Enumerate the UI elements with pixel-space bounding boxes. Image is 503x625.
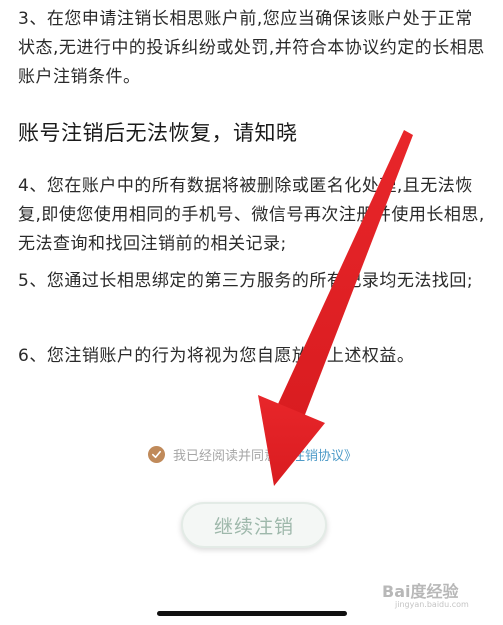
- watermark-url: jingyan.baidu.com: [395, 600, 469, 609]
- account-cancellation-page: 3、在您申请注销长相思账户前,您应当确保该账户处于正常状态,无进行中的投诉纠纷或…: [0, 0, 503, 625]
- agreement-link[interactable]: 《注销协议》: [279, 445, 357, 464]
- agree-checkbox[interactable]: [148, 445, 165, 463]
- terms-paragraph-3: 3、在您申请注销长相思账户前,您应当确保该账户处于正常状态,无进行中的投诉纠纷或…: [18, 9, 485, 87]
- home-indicator[interactable]: [157, 611, 347, 616]
- continue-cancel-button[interactable]: 继续注销: [181, 502, 327, 548]
- watermark-text: Bai度经验: [382, 582, 459, 601]
- terms-paragraph-6: 6、您注销账户的行为将视为您自愿放弃上述权益。: [18, 346, 415, 366]
- agreement-row: 我已经阅读并同意 《注销协议》: [148, 443, 357, 465]
- terms-paragraph-5: 5、您通过长相思绑定的第三方服务的所有记录均无法找回;: [18, 271, 474, 291]
- terms-paragraph-4: 4、您在账户中的所有数据将被删除或匿名化处理,且无法恢复,即使您使用相同的手机号…: [18, 176, 485, 254]
- warning-heading: 账号注销后无法恢复，请知晓: [18, 121, 298, 145]
- baidu-jingyan-watermark: Bai度经验: [382, 578, 458, 602]
- agreement-text: 我已经阅读并同意: [173, 448, 278, 464]
- checkmark-icon: [152, 450, 161, 458]
